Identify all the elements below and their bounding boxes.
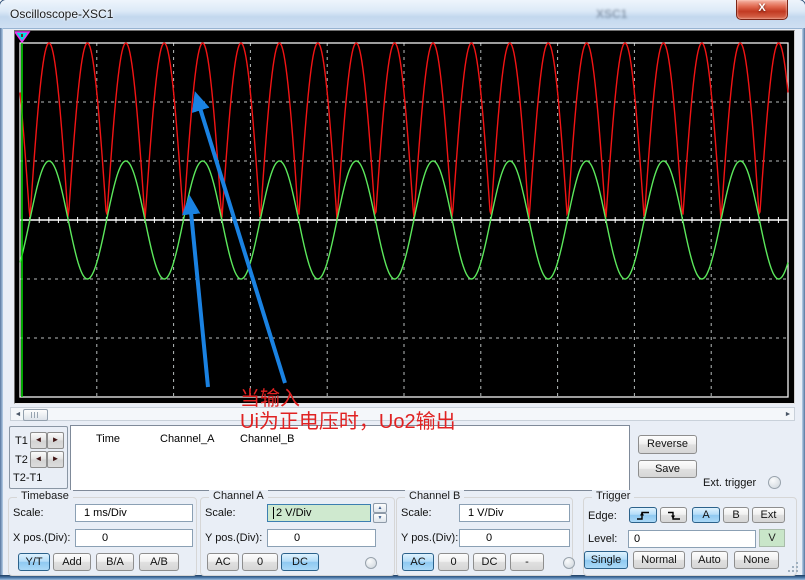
channel-a-indicator-light bbox=[365, 557, 377, 569]
channel-b-indicator-light bbox=[563, 557, 575, 569]
measurement-list[interactable]: Time Channel_A Channel_B bbox=[70, 425, 630, 491]
channel-b-ac-button[interactable]: AC bbox=[402, 553, 434, 571]
oscilloscope-screen bbox=[14, 30, 795, 404]
channel-b-minus-button[interactable]: - bbox=[510, 553, 544, 571]
channel-a-ac-button[interactable]: AC bbox=[207, 553, 239, 571]
waveform-display bbox=[15, 31, 792, 401]
trigger-mode-normal-button[interactable]: Normal bbox=[633, 551, 685, 569]
channel-a-title: Channel A bbox=[209, 490, 268, 502]
annotation-line2: Ui为正电压时，Uo2输出 bbox=[240, 411, 456, 434]
column-channel-b: Channel_B bbox=[240, 433, 294, 445]
t1-left-button[interactable]: ◄ bbox=[30, 432, 47, 449]
timebase-xpos-label: X pos.(Div): bbox=[13, 532, 70, 544]
resize-grip[interactable] bbox=[786, 560, 800, 574]
t2-label: T2 bbox=[15, 454, 28, 466]
trigger-edge-label: Edge: bbox=[588, 510, 617, 522]
annotation-text: 当输入 Ui为正电压时，Uo2输出 bbox=[240, 388, 456, 434]
t1-label: T1 bbox=[15, 435, 28, 447]
window-border-left bbox=[0, 28, 3, 575]
rising-edge-button[interactable] bbox=[629, 507, 657, 523]
title-bar[interactable]: Oscilloscope-XSC1 XSC1 X bbox=[0, 0, 805, 29]
trigger-group: Trigger Edge: A B Ext Level: 0 V Single … bbox=[583, 497, 797, 576]
timebase-group: Timebase Scale: 1 ms/Div X pos.(Div): 0 … bbox=[8, 497, 197, 576]
channel-a-group: Channel A Scale: 2 V/Div ▲ ▼ Y pos.(Div)… bbox=[200, 497, 395, 576]
timebase-scale-label: Scale: bbox=[13, 507, 44, 519]
channel-a-scale-field[interactable]: 2 V/Div bbox=[267, 504, 371, 522]
close-button[interactable]: X bbox=[736, 0, 788, 20]
falling-edge-icon bbox=[667, 510, 681, 521]
scroll-right-icon[interactable]: ► bbox=[783, 410, 793, 419]
scale-spinner-down-icon[interactable]: ▼ bbox=[373, 513, 387, 523]
rising-edge-icon bbox=[636, 510, 650, 521]
cursor-control-box: T1 ◄ ► T2 ◄ ► T2-T1 bbox=[9, 426, 68, 489]
window-title: Oscilloscope-XSC1 bbox=[10, 7, 113, 21]
column-time: Time bbox=[96, 433, 120, 445]
schematic-watermark: XSC1 bbox=[596, 7, 627, 21]
channel-a-ypos-field[interactable]: 0 bbox=[267, 529, 376, 547]
channel-b-group: Channel B Scale: 1 V/Div Y pos.(Div): 0 … bbox=[396, 497, 573, 576]
trigger-source-a-button[interactable]: A bbox=[692, 507, 720, 523]
channel-a-scale-label: Scale: bbox=[205, 507, 236, 519]
channel-b-ypos-field[interactable]: 0 bbox=[459, 529, 570, 547]
annotation-line1: 当输入 bbox=[240, 388, 456, 411]
timebase-mode-yt-button[interactable]: Y/T bbox=[18, 553, 50, 571]
channel-b-dc-button[interactable]: DC bbox=[473, 553, 506, 571]
channel-a-output-uo2 bbox=[20, 43, 788, 220]
scroll-left-icon[interactable]: ◄ bbox=[13, 410, 23, 419]
timebase-mode-ab-button[interactable]: A/B bbox=[139, 553, 179, 571]
trigger-title: Trigger bbox=[592, 490, 634, 502]
trigger-source-b-button[interactable]: B bbox=[723, 507, 749, 523]
channel-b-0-button[interactable]: 0 bbox=[438, 553, 469, 571]
trigger-mode-none-button[interactable]: None bbox=[734, 551, 779, 569]
t2-right-button[interactable]: ► bbox=[47, 451, 64, 468]
timebase-xpos-field[interactable]: 0 bbox=[75, 529, 193, 547]
column-channel-a: Channel_A bbox=[160, 433, 214, 445]
trigger-mode-single-button[interactable]: Single bbox=[584, 551, 628, 569]
trigger-level-field[interactable]: 0 bbox=[628, 530, 756, 548]
channel-a-scale-value: 2 V/Div bbox=[276, 507, 311, 519]
trigger-level-unit: V bbox=[759, 529, 785, 547]
thumb-grip-icon bbox=[31, 412, 39, 418]
timebase-mode-ba-button[interactable]: B/A bbox=[96, 553, 134, 571]
oscilloscope-window: Oscilloscope-XSC1 XSC1 X 当输入 Ui为正电压时，Uo2… bbox=[0, 0, 805, 580]
channel-b-scale-label: Scale: bbox=[401, 507, 432, 519]
trigger-source-ext-button[interactable]: Ext bbox=[752, 507, 785, 523]
channel-b-scale-field[interactable]: 1 V/Div bbox=[459, 504, 570, 522]
trigger-level-label: Level: bbox=[588, 533, 617, 545]
channel-a-ypos-label: Y pos.(Div): bbox=[205, 532, 262, 544]
t1-right-button[interactable]: ► bbox=[47, 432, 64, 449]
trigger-mode-auto-button[interactable]: Auto bbox=[691, 551, 728, 569]
scrollbar-thumb[interactable] bbox=[23, 409, 48, 421]
save-button[interactable]: Save bbox=[638, 460, 697, 478]
text-caret bbox=[273, 507, 274, 519]
reverse-button[interactable]: Reverse bbox=[638, 435, 697, 454]
timebase-mode-add-button[interactable]: Add bbox=[53, 553, 91, 571]
channel-a-dc-button[interactable]: DC bbox=[281, 553, 319, 571]
ext-trigger-label: Ext. trigger bbox=[703, 477, 756, 489]
timebase-title: Timebase bbox=[17, 490, 73, 502]
scale-spinner-up-icon[interactable]: ▲ bbox=[373, 503, 387, 513]
ext-trigger-indicator-light bbox=[768, 476, 781, 489]
t2-left-button[interactable]: ◄ bbox=[30, 451, 47, 468]
t2-t1-label: T2-T1 bbox=[13, 472, 42, 484]
falling-edge-button[interactable] bbox=[660, 507, 687, 523]
timebase-scale-field[interactable]: 1 ms/Div bbox=[75, 504, 193, 522]
channel-a-0-button[interactable]: 0 bbox=[242, 553, 278, 571]
channel-b-title: Channel B bbox=[405, 490, 464, 502]
channel-b-ypos-label: Y pos.(Div): bbox=[401, 532, 458, 544]
